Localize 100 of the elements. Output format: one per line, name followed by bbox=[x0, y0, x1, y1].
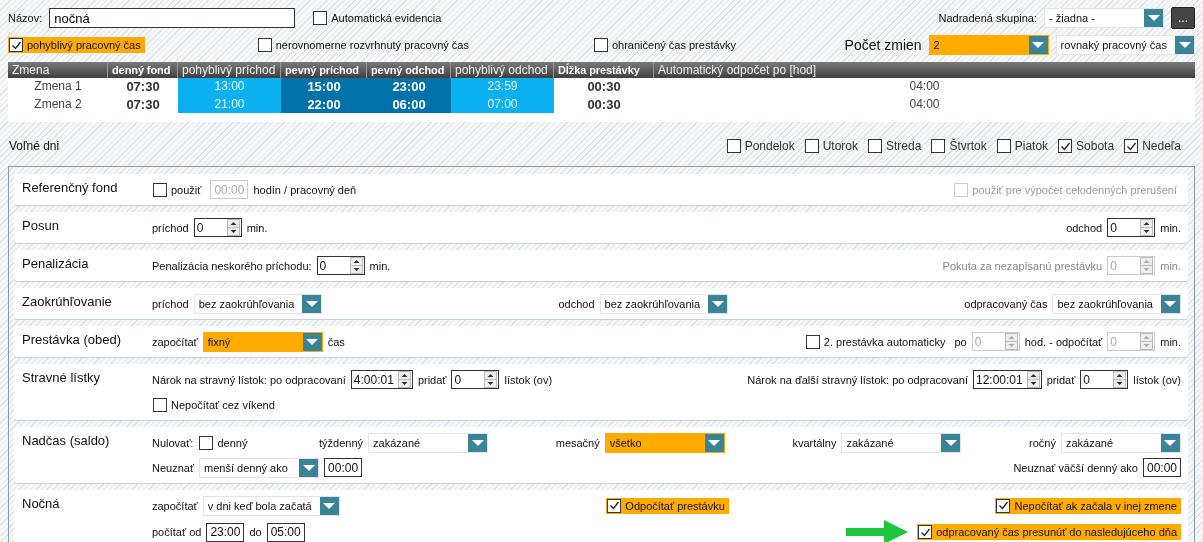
dropdown[interactable]: bez zaokrúhľovania bbox=[1052, 293, 1181, 314]
section-label: Zaokrúhľovanie bbox=[21, 293, 113, 311]
checkbox-label[interactable]: Odpočítať prestávku bbox=[625, 499, 725, 512]
name-field[interactable]: nočná bbox=[49, 8, 296, 28]
checkbox-label[interactable]: Sobota bbox=[1076, 139, 1115, 153]
dropdown[interactable]: menší denný ako bbox=[199, 457, 320, 478]
dropdown-button[interactable] bbox=[704, 433, 724, 452]
column-header[interactable]: denný fond bbox=[108, 62, 178, 78]
checkbox[interactable] bbox=[996, 139, 1011, 153]
dropdown-button[interactable] bbox=[319, 496, 339, 515]
checkbox-label[interactable]: 2. prestávka automaticky bbox=[823, 335, 946, 348]
field-label: Nárok na ďalší stravný lístok: po odpracovaní bbox=[747, 373, 968, 386]
dropdown[interactable]: zakázané bbox=[1060, 432, 1181, 453]
dropdown[interactable]: - žiadna - bbox=[1044, 8, 1164, 28]
dropdown[interactable]: fixný bbox=[202, 331, 323, 352]
spin-arrows-icon bbox=[1140, 257, 1154, 274]
number-spinner[interactable]: 12:00:01 bbox=[973, 370, 1042, 389]
dropdown[interactable]: rovnaký pracovný čas bbox=[1055, 35, 1195, 55]
checkbox-label[interactable]: pohyblivý pracovný čas bbox=[27, 39, 141, 51]
spin-arrows-icon bbox=[1004, 333, 1018, 350]
number-spinner[interactable]: 0 bbox=[1107, 218, 1156, 237]
dropdown-button[interactable] bbox=[941, 433, 961, 452]
field-label: do bbox=[249, 526, 262, 538]
checkbox[interactable] bbox=[153, 397, 167, 412]
checkbox[interactable] bbox=[804, 139, 819, 153]
checkbox[interactable] bbox=[313, 11, 328, 25]
dropdown-button[interactable] bbox=[708, 294, 728, 313]
number-spinner[interactable]: 0 bbox=[1080, 370, 1129, 389]
checkbox[interactable] bbox=[868, 139, 883, 153]
field-label: min. bbox=[246, 221, 268, 234]
checkbox[interactable] bbox=[931, 139, 946, 153]
table-cell: 23:00 bbox=[367, 78, 451, 96]
dropdown[interactable]: bez zaokrúhľovania bbox=[193, 293, 323, 314]
number-spinner[interactable]: 4:00:01 bbox=[350, 370, 413, 389]
column-header[interactable]: Zmena bbox=[8, 62, 108, 78]
dropdown-button[interactable] bbox=[468, 433, 488, 452]
checkbox[interactable] bbox=[918, 525, 933, 539]
checkbox-label[interactable]: odpracovaný čas presunúť do nasledujúceho dňa bbox=[936, 526, 1177, 538]
dropdown[interactable]: zakázané bbox=[841, 432, 962, 453]
field-label: po bbox=[954, 335, 967, 348]
checkbox-label[interactable]: Automatická evidencia bbox=[331, 12, 442, 24]
dropdown-button[interactable] bbox=[1144, 9, 1163, 27]
checkbox-label[interactable]: nerovnomerne rozvrhnutý pracovný čas bbox=[275, 39, 469, 51]
checkbox-label[interactable]: použiť bbox=[171, 183, 202, 196]
spin-arrows-icon bbox=[226, 219, 240, 236]
dropdown[interactable]: všetko bbox=[604, 432, 725, 453]
checkbox-label[interactable]: Utorok bbox=[822, 139, 859, 153]
checkbox-label[interactable]: Nedeľa bbox=[1142, 139, 1181, 153]
checkbox[interactable] bbox=[9, 38, 23, 52]
field-label: mesačný bbox=[555, 436, 600, 449]
checkbox[interactable] bbox=[153, 182, 167, 197]
dropdown-button[interactable] bbox=[1161, 294, 1180, 313]
dropdown-button[interactable] bbox=[1028, 36, 1048, 54]
field-label: odchod bbox=[558, 297, 595, 310]
field-label: Penalizácia neskorého príchodu: bbox=[152, 259, 312, 272]
checkbox-label[interactable]: denný bbox=[217, 436, 248, 449]
checkbox[interactable] bbox=[593, 38, 608, 52]
dropdown[interactable]: zakázané bbox=[368, 432, 489, 453]
dropdown[interactable]: 2 bbox=[928, 35, 1049, 55]
checkbox-label[interactable]: Streda bbox=[886, 139, 922, 153]
dropdown-button[interactable] bbox=[302, 294, 322, 313]
time-field[interactable]: 00:00 bbox=[324, 458, 363, 477]
checkbox[interactable] bbox=[607, 498, 622, 513]
checkbox[interactable] bbox=[257, 38, 272, 52]
checkbox[interactable] bbox=[1058, 139, 1073, 153]
time-field[interactable]: 23:00 bbox=[206, 522, 245, 542]
field-label: započítať bbox=[152, 335, 198, 348]
checkbox-label[interactable]: Nepočítať cez víkend bbox=[171, 398, 275, 411]
column-header[interactable]: Dĺžka prestávky bbox=[554, 62, 654, 78]
checkbox-label[interactable]: Piatok bbox=[1014, 139, 1049, 153]
checkbox[interactable] bbox=[199, 435, 214, 450]
section-label: Prestávka (obed) bbox=[21, 331, 122, 349]
checkbox-label[interactable]: Pondelok bbox=[744, 139, 795, 153]
table-cell-text: Zmena 1 bbox=[33, 78, 83, 95]
table-cell-text: 00:30 bbox=[586, 95, 622, 113]
checkbox[interactable] bbox=[726, 139, 741, 153]
field-label: min. bbox=[369, 259, 391, 272]
checkbox-label[interactable]: Nepočítať ak začala v inej zmene bbox=[1014, 499, 1177, 512]
field-label: Neuznať väčší denný ako bbox=[1013, 461, 1138, 474]
checkbox[interactable] bbox=[1124, 139, 1139, 153]
more-button[interactable]: ... bbox=[1171, 7, 1195, 29]
dropdown-button[interactable] bbox=[1160, 433, 1180, 452]
dropdown[interactable]: v dni keď bola začatá bbox=[202, 495, 340, 516]
time-field[interactable]: 00:00 bbox=[1142, 458, 1181, 477]
number-spinner[interactable]: 0 bbox=[193, 218, 242, 237]
checkbox-label[interactable]: ohraničený čas prestávky bbox=[611, 39, 737, 51]
checkbox[interactable] bbox=[996, 498, 1011, 513]
field-label: pridať bbox=[417, 373, 447, 386]
checkbox[interactable] bbox=[805, 334, 820, 349]
section-label: Referenčný fond bbox=[21, 179, 119, 197]
checkbox-label[interactable]: Štvrtok bbox=[949, 139, 987, 153]
dropdown[interactable]: bez zaokrúhľovania bbox=[599, 293, 729, 314]
dropdown-button[interactable] bbox=[1175, 36, 1194, 54]
column-header[interactable]: Automatický odpočet po [hod] bbox=[654, 62, 1195, 78]
dropdown-button[interactable] bbox=[302, 332, 322, 351]
time-field[interactable]: 05:00 bbox=[266, 522, 305, 542]
dropdown-button[interactable] bbox=[299, 458, 319, 477]
number-spinner[interactable]: 0 bbox=[451, 370, 500, 389]
table-cell-text: 04:00 bbox=[908, 95, 941, 113]
number-spinner[interactable]: 0 bbox=[316, 256, 365, 275]
